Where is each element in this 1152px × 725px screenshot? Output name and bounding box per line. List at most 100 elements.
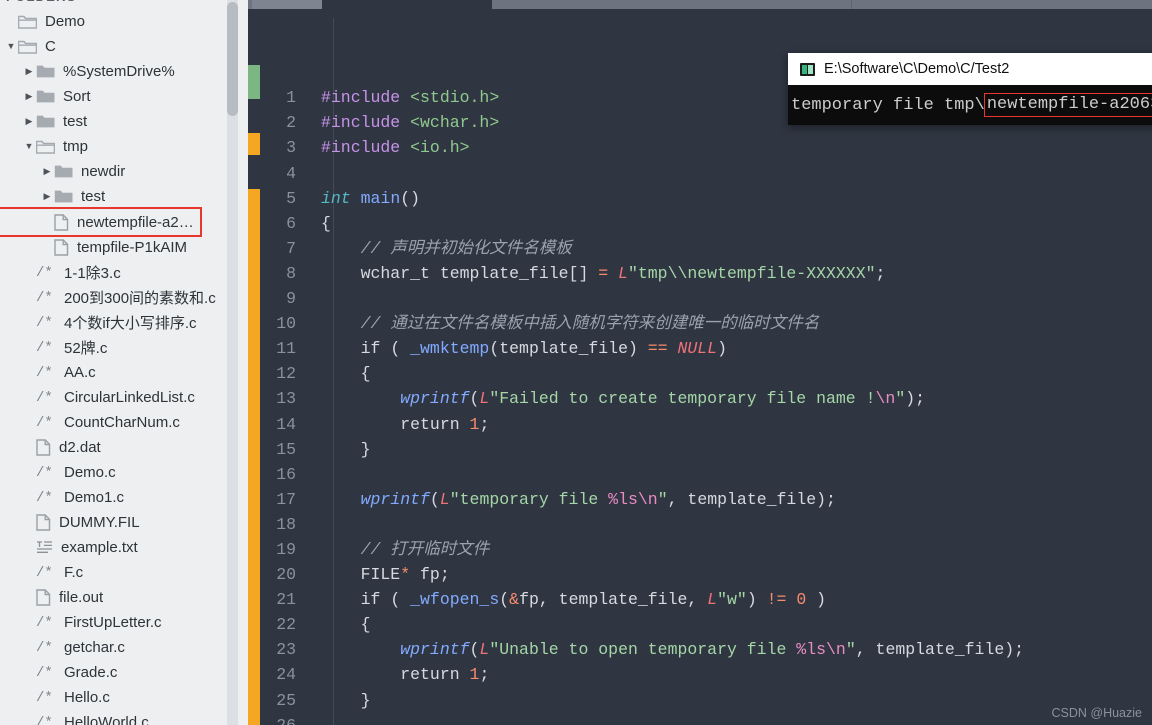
code-line-text: int main() bbox=[304, 186, 420, 211]
chevron-down-icon[interactable]: ▼ bbox=[4, 42, 18, 51]
line-number: 21 bbox=[276, 590, 296, 610]
code-line[interactable]: 23 wprintf(L"Unable to open temporary fi… bbox=[260, 637, 1152, 662]
code-token: ( bbox=[390, 590, 411, 610]
chevron-right-icon[interactable]: ▶ bbox=[22, 92, 36, 101]
code-line[interactable]: 6{ bbox=[260, 211, 1152, 236]
tree-file-row[interactable]: /* Hello.c bbox=[0, 685, 248, 710]
tree-file-row[interactable]: /* 200到300间的素数和.c bbox=[0, 285, 248, 310]
code-line[interactable]: 16 bbox=[260, 462, 1152, 487]
console-window-popup[interactable]: E:\Software\C\Demo\C/Test2 temporary fil… bbox=[788, 53, 1152, 125]
tree-file-row[interactable]: d2.dat bbox=[0, 435, 248, 460]
tab-bar-gap bbox=[322, 0, 492, 9]
tree-folder-row[interactable]: Demo bbox=[0, 9, 248, 34]
tree-folder-row[interactable]: ▶ Sort bbox=[0, 84, 248, 109]
code-line[interactable]: 17 wprintf(L"temporary file %ls\n", temp… bbox=[260, 487, 1152, 512]
tree-file-row[interactable]: /* Demo1.c bbox=[0, 485, 248, 510]
tree-file-row[interactable]: example.txt bbox=[0, 535, 248, 560]
tree-folder-row[interactable]: ▼ tmp bbox=[0, 134, 248, 159]
sidebar-scrollbar-thumb[interactable] bbox=[227, 2, 238, 116]
tree-file-row[interactable]: /* CountCharNum.c bbox=[0, 410, 248, 435]
code-line[interactable]: 5 int main() bbox=[260, 186, 1152, 211]
console-window-icon bbox=[800, 62, 815, 76]
code-line[interactable]: 11 if ( _wmktemp(template_file) == NULL) bbox=[260, 336, 1152, 361]
code-token: = bbox=[598, 263, 619, 283]
tree-folder-row[interactable]: ▶ test bbox=[0, 184, 248, 209]
app-root: FOLDERS Demo▼C▶%SystemDrive%▶Sort▶test▼t… bbox=[0, 0, 1152, 725]
code-token: () bbox=[400, 188, 421, 208]
code-token: wprintf bbox=[400, 640, 470, 660]
file-icon bbox=[54, 239, 69, 256]
code-line[interactable]: 22 { bbox=[260, 612, 1152, 637]
code-line[interactable]: 3 #include <io.h> bbox=[260, 135, 1152, 160]
c-file-icon: /* bbox=[36, 314, 53, 331]
code-token: return bbox=[321, 665, 470, 685]
tree-file-row[interactable]: /* HelloWorld.c bbox=[0, 710, 248, 725]
code-token: , template_file); bbox=[855, 640, 1025, 660]
tree-file-row[interactable]: tempfile-P1kAIM bbox=[0, 235, 248, 260]
tree-item-label: 4个数if大小写排序.c bbox=[64, 315, 197, 332]
tree-item-label: C bbox=[45, 38, 56, 55]
code-line[interactable]: 18 bbox=[260, 512, 1152, 537]
tree-folder-row[interactable]: ▼ C bbox=[0, 34, 248, 59]
line-number: 23 bbox=[276, 640, 296, 660]
code-line[interactable]: 9 bbox=[260, 286, 1152, 311]
code-token: ( bbox=[429, 489, 440, 509]
chevron-right-icon[interactable]: ▶ bbox=[40, 167, 54, 176]
c-file-icon: /* bbox=[36, 414, 53, 431]
file-icon bbox=[54, 213, 69, 231]
tree-item-label: Demo.c bbox=[64, 464, 116, 481]
code-token: L bbox=[707, 590, 718, 610]
editor-minimap-gutter[interactable] bbox=[248, 9, 260, 725]
tree-file-row[interactable]: /* 4个数if大小写排序.c bbox=[0, 310, 248, 335]
code-line[interactable]: 10 // 通过在文件名模板中插入随机字符来创建唯一的临时文件名 bbox=[260, 311, 1152, 336]
folder-icon bbox=[54, 189, 73, 204]
code-line[interactable]: 4 bbox=[260, 161, 1152, 186]
tree-file-row[interactable]: /* AA.c bbox=[0, 360, 248, 385]
tree-file-row[interactable]: /* Grade.c bbox=[0, 660, 248, 685]
code-token: NULL bbox=[677, 339, 718, 359]
tree-file-row[interactable]: /* CircularLinkedList.c bbox=[0, 385, 248, 410]
code-line[interactable]: 8 wchar_t template_file[] = L"tmp\\newte… bbox=[260, 261, 1152, 286]
chevron-right-icon[interactable]: ▶ bbox=[22, 67, 36, 76]
chevron-right-icon[interactable]: ▶ bbox=[40, 192, 54, 201]
code-token: "temporary file bbox=[449, 489, 609, 509]
tree-file-row[interactable]: /* Demo.c bbox=[0, 460, 248, 485]
code-token: , template_file); bbox=[667, 489, 836, 509]
tree-file-row[interactable]: /* 52牌.c bbox=[0, 335, 248, 360]
console-title-bar[interactable]: E:\Software\C\Demo\C/Test2 bbox=[788, 53, 1152, 85]
code-line[interactable]: 13 wprintf(L"Failed to create temporary … bbox=[260, 386, 1152, 411]
code-token: 0 bbox=[796, 590, 807, 610]
tree-folder-row[interactable]: ▶ newdir bbox=[0, 159, 248, 184]
code-token: // 打开临时文件 bbox=[321, 539, 490, 559]
tree-file-row[interactable]: /* FirstUpLetter.c bbox=[0, 610, 248, 635]
code-line[interactable]: 19 // 打开临时文件 bbox=[260, 537, 1152, 562]
text-file-icon bbox=[36, 540, 53, 555]
code-line[interactable]: 14 return 1; bbox=[260, 412, 1152, 437]
code-token: 1 bbox=[469, 665, 480, 685]
chevron-right-icon[interactable]: ▶ bbox=[22, 117, 36, 126]
tree-folder-row[interactable]: ▶ test bbox=[0, 109, 248, 134]
editor-tab-bar[interactable] bbox=[248, 0, 1152, 9]
code-line[interactable]: 7 // 声明并初始化文件名模板 bbox=[260, 236, 1152, 261]
code-token: fp, template_file, bbox=[519, 590, 708, 610]
tree-file-row[interactable]: file.out bbox=[0, 585, 248, 610]
code-line[interactable]: 24 return 1; bbox=[260, 662, 1152, 687]
tree-file-row[interactable]: newtempfile-a20632 bbox=[0, 207, 202, 237]
tree-item-label: AA.c bbox=[64, 364, 96, 381]
tree-file-row[interactable]: DUMMY.FIL bbox=[0, 510, 248, 535]
chevron-down-icon[interactable]: ▼ bbox=[22, 142, 36, 151]
tab-active[interactable] bbox=[252, 0, 322, 9]
code-line[interactable]: 26 bbox=[260, 713, 1152, 725]
code-line-text: { bbox=[304, 612, 371, 637]
c-file-icon: /* bbox=[36, 264, 53, 281]
tree-folder-row[interactable]: ▶ %SystemDrive% bbox=[0, 59, 248, 84]
tree-file-row[interactable]: /* F.c bbox=[0, 560, 248, 585]
tree-file-row[interactable]: /* getchar.c bbox=[0, 635, 248, 660]
code-line[interactable]: 21 if ( _wfopen_s(&fp, template_file, L"… bbox=[260, 587, 1152, 612]
tree-file-row[interactable]: /* 1-1除3.c bbox=[0, 260, 248, 285]
code-line[interactable]: 25 } bbox=[260, 688, 1152, 713]
code-line[interactable]: 20 FILE* fp; bbox=[260, 562, 1152, 587]
tree-item-label: getchar.c bbox=[64, 639, 125, 656]
code-line[interactable]: 12 { bbox=[260, 361, 1152, 386]
code-line[interactable]: 15 } bbox=[260, 437, 1152, 462]
